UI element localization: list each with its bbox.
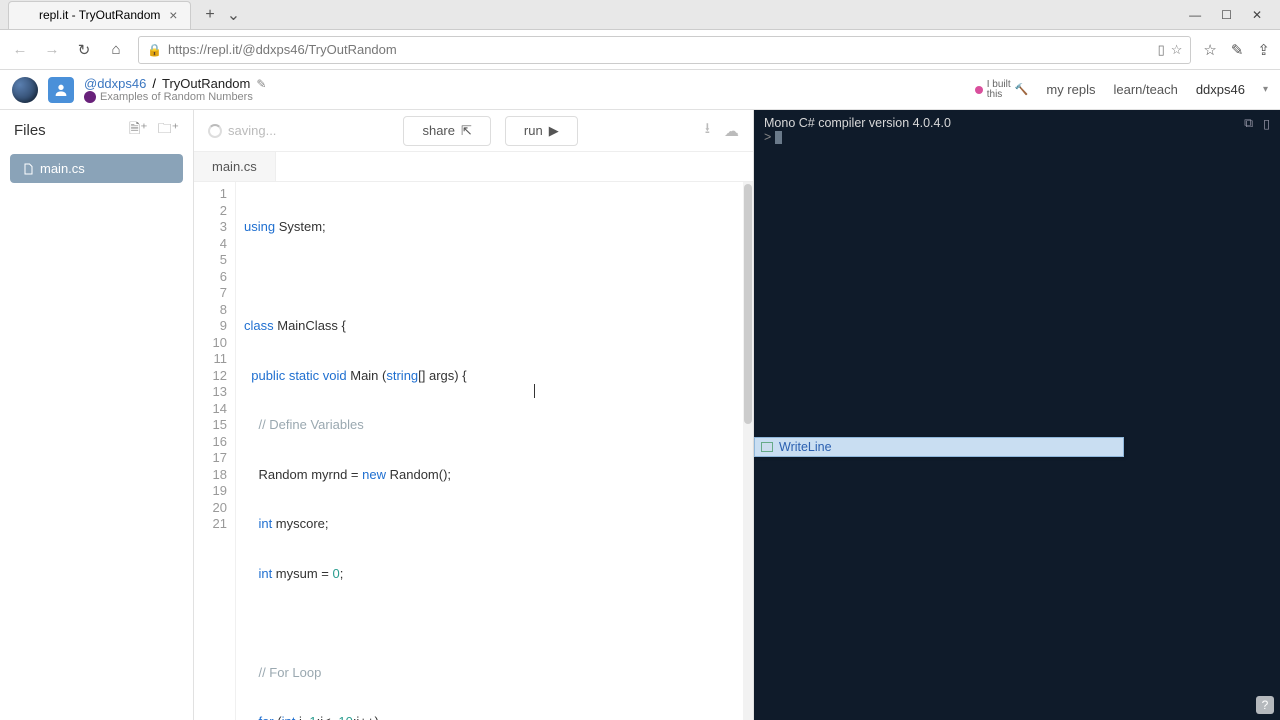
editor-toolbar: saving... share ⇱ run ▶ ⭳ ☁ [194,110,753,152]
close-window-button[interactable]: ✕ [1252,8,1262,22]
ibuilt-dot-icon [975,86,983,94]
tab-dropdown-icon[interactable]: ⌄ [227,5,240,25]
nav-username[interactable]: ddxps46 [1196,82,1245,97]
file-item-main[interactable]: main.cs [10,154,183,183]
repl-owner-link[interactable]: @ddxps46 [84,76,146,91]
ibuilt-label: I built this [987,80,1011,100]
forward-button[interactable]: → [42,41,62,58]
terminal-prompt: > [764,130,771,144]
edit-title-icon[interactable]: ✎ [256,77,266,91]
repl-slash: / [152,76,156,91]
file-item-label: main.cs [40,161,85,176]
new-file-icon[interactable]: 🗎⁺ [129,118,148,142]
user-menu-chevron-icon[interactable]: ▾ [1263,84,1268,95]
browser-toolbar: ← → ↻ ⌂ 🔒 https://repl.it/@ddxps46/TryOu… [0,30,1280,70]
nav-learn-link[interactable]: learn/teach [1113,82,1177,97]
run-label: run [524,123,543,138]
share-browser-icon[interactable]: ⇪ [1257,41,1270,59]
editor-tab-main[interactable]: main.cs [194,152,276,181]
method-icon [761,442,773,452]
ibeam-cursor-icon [534,384,535,398]
user-avatar-icon[interactable] [48,77,74,103]
saving-label: saving... [228,123,276,138]
saving-indicator: saving... [208,123,276,138]
help-button[interactable]: ? [1256,696,1274,714]
editor-scrollbar-thumb[interactable] [744,184,752,424]
tab-close-icon[interactable]: × [166,8,180,22]
replit-logo-icon[interactable] [12,77,38,103]
url-bar[interactable]: 🔒 https://repl.it/@ddxps46/TryOutRandom … [138,36,1191,64]
code-content[interactable]: using System; class MainClass { public s… [236,182,514,720]
repl-title-block: @ddxps46 / TryOutRandom ✎ Examples of Rand… [84,76,266,103]
repl-project-name: TryOutRandom [162,76,250,91]
window-controls: — ☐ ✕ [1189,8,1280,22]
terminal-popout-icon[interactable]: ⧉ [1244,116,1253,131]
toolbar-right: ☆ ✎ ⇪ [1203,41,1270,59]
run-button[interactable]: run ▶ [505,116,578,146]
play-icon: ▶ [549,123,559,139]
terminal-panel[interactable]: Mono C# compiler version 4.0.4.0 > ⧉ ▯ [754,110,1280,720]
new-tab-button[interactable]: + [199,4,220,26]
reader-mode-icon[interactable]: ▯ [1158,42,1165,58]
notes-icon[interactable]: ✎ [1231,41,1244,59]
hammer-icon: 🔨 [1015,83,1029,96]
header-right: I built this 🔨 my repls learn/teach ddxp… [975,80,1268,100]
editor-scrollbar[interactable] [743,182,753,720]
autocomplete-popup[interactable]: WriteLine [754,437,1124,457]
workspace: Files 🗎⁺ 🗀⁺ main.cs saving... share ⇱ ru… [0,110,1280,720]
line-number-gutter: 123456789101112131415161718192021 [194,182,236,720]
browser-tab[interactable]: repl.it - TryOutRandom × [8,1,191,29]
csharp-icon [84,91,96,103]
file-icon [22,163,34,175]
terminal-output-line: Mono C# compiler version 4.0.4.0 [764,116,1236,130]
sidebar: Files 🗎⁺ 🗀⁺ main.cs [0,110,194,720]
download-icon[interactable]: ⭳ [705,118,710,143]
share-label: share [422,123,455,138]
terminal-cursor-icon [775,131,782,144]
spinner-icon [208,124,222,138]
nav-myrepls-link[interactable]: my repls [1046,82,1095,97]
code-editor[interactable]: 123456789101112131415161718192021 using … [194,182,753,720]
ibuilt-badge[interactable]: I built this 🔨 [975,80,1029,100]
tab-title: repl.it - TryOutRandom [39,8,160,22]
maximize-button[interactable]: ☐ [1221,8,1232,22]
new-folder-icon[interactable]: 🗀⁺ [158,118,179,142]
share-button[interactable]: share ⇱ [403,116,490,146]
editor-area: saving... share ⇱ run ▶ ⭳ ☁ main.cs 1234… [194,110,754,720]
files-label: Files [14,122,119,139]
home-button[interactable]: ⌂ [106,41,126,58]
autocomplete-text: WriteLine [779,440,832,454]
favorites-icon[interactable]: ☆ [1203,41,1216,59]
minimize-button[interactable]: — [1189,8,1201,22]
url-text: https://repl.it/@ddxps46/TryOutRandom [168,42,397,57]
tab-favicon-icon [19,8,33,22]
lock-icon: 🔒 [147,43,162,57]
browser-titlebar: repl.it - TryOutRandom × + ⌄ — ☐ ✕ [0,0,1280,30]
sidebar-header: Files 🗎⁺ 🗀⁺ [0,110,193,150]
cloud-icon[interactable]: ☁ [724,122,739,140]
repl-description: Examples of Random Numbers [100,91,253,103]
editor-tab-bar: main.cs [194,152,753,182]
bookmark-star-icon[interactable]: ☆ [1171,42,1183,58]
autocomplete-item[interactable]: WriteLine [755,438,1123,456]
back-button[interactable]: ← [10,41,30,58]
refresh-button[interactable]: ↻ [74,41,94,59]
share-icon: ⇱ [461,123,472,139]
terminal-new-icon[interactable]: ▯ [1263,116,1270,131]
repl-header: @ddxps46 / TryOutRandom ✎ Examples of Rand… [0,70,1280,110]
